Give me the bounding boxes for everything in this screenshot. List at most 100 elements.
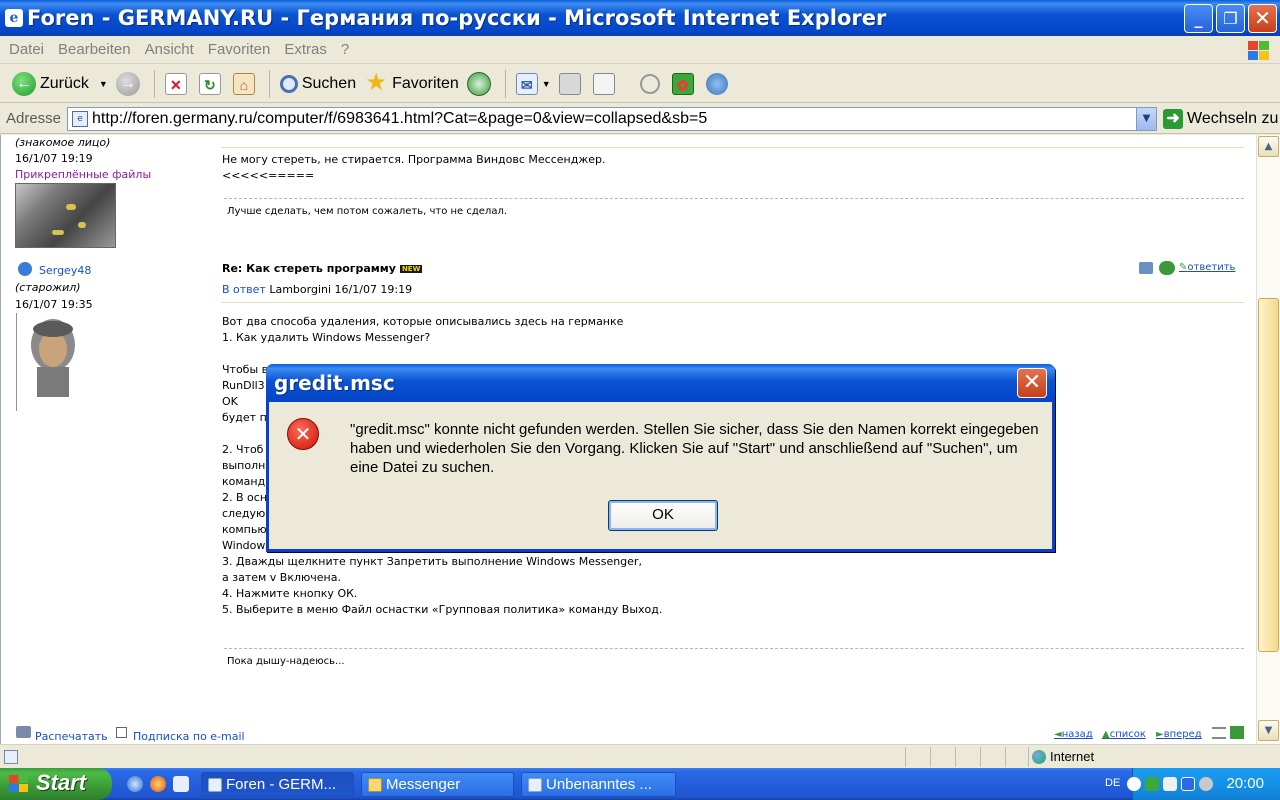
post2-line: будет п xyxy=(222,411,267,424)
search-button[interactable]: Suchen xyxy=(276,67,360,101)
print-button[interactable] xyxy=(555,67,589,101)
address-url[interactable]: http://foren.germany.ru/computer/f/69836… xyxy=(92,110,707,128)
edit-button[interactable] xyxy=(589,67,623,101)
language-indicator[interactable]: DE xyxy=(1105,777,1120,789)
task-foren[interactable]: Foren - GERM... xyxy=(201,772,354,797)
print-post-icon[interactable] xyxy=(1139,262,1153,274)
refresh-button[interactable]: ↻ xyxy=(195,67,229,101)
post2-line: 5. Выберите в меню Файл оснастки «Группо… xyxy=(222,603,663,616)
windows-flag-icon xyxy=(9,775,29,793)
close-window-button[interactable]: ✕ xyxy=(1248,4,1277,33)
bluetooth-tray-icon[interactable] xyxy=(1181,777,1195,791)
window-titlebar[interactable]: e Foren - GERMANY.RU - Германия по-русск… xyxy=(0,0,1280,36)
address-dropdown-icon[interactable]: ▼ xyxy=(1136,107,1157,130)
mail-dropdown-icon[interactable]: ▼ xyxy=(542,79,551,89)
task-messenger[interactable]: Messenger xyxy=(361,772,514,797)
scroll-up-button[interactable]: ▲ xyxy=(1258,136,1279,157)
icq-button[interactable]: ✿ xyxy=(668,67,702,101)
status-cell xyxy=(1005,747,1006,767)
menu-bearbeiten[interactable]: Bearbeiten xyxy=(58,41,131,58)
menu-extras[interactable]: Extras xyxy=(284,41,327,58)
toolbar-separator xyxy=(153,69,155,98)
post2-line: RunDll3 xyxy=(222,379,265,392)
internet-globe-icon xyxy=(1032,749,1046,764)
private-message-icon[interactable] xyxy=(1159,261,1175,275)
scroll-thumb[interactable] xyxy=(1258,298,1279,652)
tray-expand-icon[interactable] xyxy=(1127,777,1141,791)
security-zone: Internet xyxy=(1032,749,1094,764)
printer-icon xyxy=(558,72,581,95)
forward-button[interactable]: → xyxy=(112,67,148,101)
quicklaunch-firefox-icon[interactable] xyxy=(150,776,166,792)
post1-line: <<<<<===== xyxy=(222,169,315,182)
post1-attachments-link[interactable]: Прикреплённые файлы xyxy=(15,168,151,181)
home-button[interactable]: ⌂ xyxy=(229,67,263,101)
menu-favoriten[interactable]: Favoriten xyxy=(208,41,271,58)
vertical-scrollbar[interactable]: ▲ ▼ xyxy=(1256,135,1280,744)
post1-user-status: (знакомое лицо) xyxy=(15,136,111,149)
attachment-thumbnail[interactable] xyxy=(15,183,116,248)
history-button[interactable] xyxy=(463,67,499,101)
status-cell xyxy=(905,747,906,767)
nav-back-link[interactable]: ◄назад xyxy=(1054,729,1093,740)
ok-button[interactable]: OK xyxy=(608,500,718,531)
nav-list-icon: ▲ xyxy=(1102,729,1110,740)
nav-forward-link[interactable]: ►вперед xyxy=(1156,729,1202,740)
go-button[interactable]: ➜ Wechseln zu xyxy=(1163,108,1278,129)
post2-line: 4. Нажмите кнопку ОК. xyxy=(222,587,358,600)
clock[interactable]: 20:00 xyxy=(1226,775,1264,792)
volume-tray-icon[interactable] xyxy=(1199,777,1213,791)
post2-line: 3. Дважды щелкните пункт Запретить выпол… xyxy=(222,555,642,568)
dialog-titlebar[interactable]: gredit.msc xyxy=(266,364,1055,402)
restore-button[interactable]: ❐ xyxy=(1216,4,1245,33)
task-paint[interactable]: Unbenanntes ... xyxy=(521,772,676,797)
view-flat-icon[interactable] xyxy=(1212,727,1226,739)
network-tray-icon[interactable] xyxy=(1163,777,1177,791)
post2-author-link[interactable]: Sergey48 xyxy=(39,264,91,277)
scroll-down-button[interactable]: ▼ xyxy=(1258,720,1279,741)
menu-datei[interactable]: Datei xyxy=(9,41,44,58)
user-profile-icon[interactable] xyxy=(18,262,32,276)
subscribe-link[interactable]: Подписка по e-mail xyxy=(133,730,245,743)
edit-page-icon xyxy=(592,72,615,95)
minimize-button[interactable]: _ xyxy=(1184,4,1213,33)
quicklaunch-desktop-icon[interactable] xyxy=(127,776,143,792)
icq-tray-icon[interactable] xyxy=(1145,777,1159,791)
favorites-button[interactable]: ★ Favoriten xyxy=(360,67,463,101)
address-input[interactable]: e http://foren.germany.ru/computer/f/698… xyxy=(67,106,1158,131)
status-cell xyxy=(1028,747,1029,767)
dialog-message: "gredit.msc" konnte nicht gefunden werde… xyxy=(350,421,1039,476)
reply-link[interactable]: ✎ответить xyxy=(1179,262,1235,273)
new-badge: NEW xyxy=(399,265,423,273)
print-link[interactable]: Распечатать xyxy=(35,730,108,743)
nav-back-label: назад xyxy=(1061,729,1093,740)
in-reply-link[interactable]: В ответ xyxy=(222,283,266,296)
back-arrow-icon: ← xyxy=(12,71,36,96)
back-button[interactable]: ← Zurück ▼ xyxy=(8,67,112,101)
search-icon xyxy=(279,74,298,93)
dialog-close-button[interactable]: ✕ xyxy=(1017,368,1047,398)
menu-help[interactable]: ? xyxy=(341,41,349,58)
back-dropdown-icon[interactable]: ▼ xyxy=(99,79,108,89)
messenger-button[interactable] xyxy=(702,67,736,101)
start-button[interactable]: Start xyxy=(0,768,112,800)
home-icon: ⌂ xyxy=(232,72,255,95)
post2-subject-text: Re: Как стереть программу xyxy=(222,262,396,275)
page-status-icon xyxy=(4,749,18,764)
stop-button[interactable]: ✕ xyxy=(161,67,195,101)
page-icon: e xyxy=(72,110,89,127)
internet-explorer-icon: e xyxy=(5,9,23,27)
quicklaunch-explorer-icon[interactable] xyxy=(173,776,189,792)
nav-list-link[interactable]: ▲список xyxy=(1102,729,1146,740)
reply-label: ответить xyxy=(1187,262,1236,273)
signature-divider xyxy=(224,648,1244,649)
discuss-icon xyxy=(639,73,660,94)
print-icon[interactable] xyxy=(16,726,31,738)
mail-button[interactable]: ✉ ▼ xyxy=(512,67,555,101)
discuss-button[interactable] xyxy=(636,67,668,101)
view-threaded-icon[interactable] xyxy=(1230,726,1244,739)
subscribe-checkbox-icon[interactable] xyxy=(116,727,127,738)
menu-ansicht[interactable]: Ansicht xyxy=(145,41,194,58)
mail-icon: ✉ xyxy=(515,72,538,95)
